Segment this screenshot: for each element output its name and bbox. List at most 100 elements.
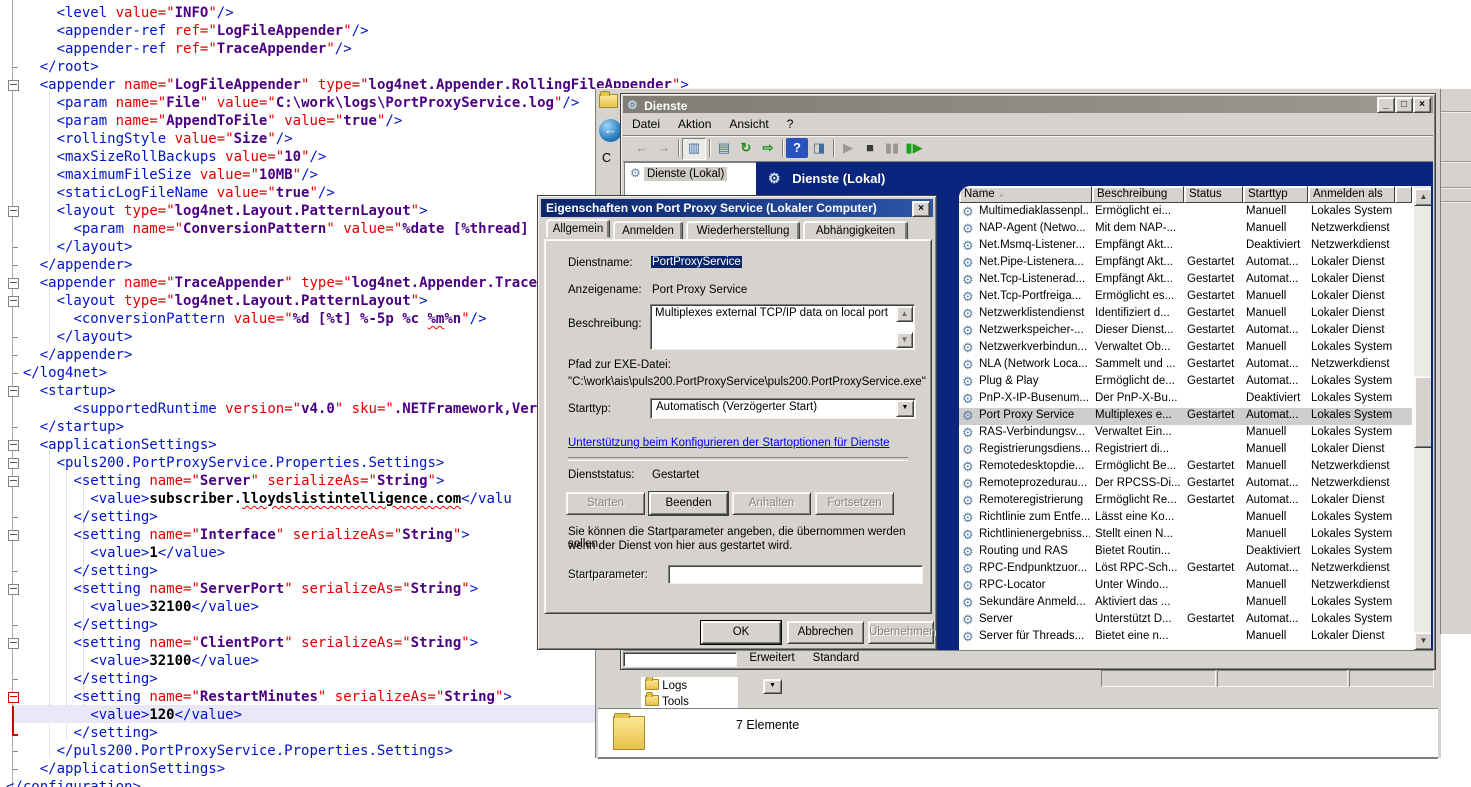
menu-item-aktion[interactable]: Aktion (669, 114, 720, 136)
stop-button[interactable]: Beenden (649, 492, 728, 515)
table-row[interactable]: ⚙Sekundäre Anmeld...Aktiviert das ...Man… (959, 595, 1412, 612)
list-item[interactable]: Logs (645, 678, 687, 692)
close-button[interactable]: × (1413, 97, 1431, 113)
combo-dropdown-button[interactable]: ▼ (763, 679, 782, 694)
code-line[interactable]: </setting> (6, 724, 158, 742)
table-row[interactable]: ⚙Server für Threads...Bietet eine n...Ma… (959, 629, 1412, 646)
service-name-value[interactable]: PortProxyService (651, 256, 742, 268)
table-row[interactable]: ⚙NAP-Agent (Netwo...Mit dem NAP-...Manue… (959, 221, 1412, 238)
column-header[interactable]: Status (1184, 186, 1243, 203)
back-arrow-icon[interactable]: ← (631, 138, 653, 158)
tab-erweitert[interactable]: Erweitert (741, 651, 803, 666)
close-button[interactable]: × (912, 201, 930, 217)
scroll-up-button[interactable]: ▲ (896, 306, 913, 322)
table-row[interactable]: ⚙Netzwerkspeicher-...Dieser Dienst...Ges… (959, 323, 1412, 340)
console-tree-icon[interactable]: ▥ (682, 138, 706, 160)
code-line[interactable]: </configuration> (6, 778, 141, 787)
code-line[interactable]: <appender-ref ref="TraceAppender"/> (6, 40, 352, 58)
export-list-icon[interactable]: ⇨ (757, 138, 779, 158)
table-row[interactable]: ⚙Richtlinienergebniss...Stellt einen N..… (959, 527, 1412, 544)
menu-item-datei[interactable]: Datei (623, 114, 669, 136)
table-row[interactable]: ⚙ServerUnterstützt D...GestartetAutomat.… (959, 612, 1412, 629)
table-row[interactable]: ⚙Routing und RASBietet Routin...Deaktivi… (959, 544, 1412, 561)
code-line[interactable]: <maximumFileSize value="10MB"/> (6, 166, 318, 184)
startup-options-link[interactable]: Unterstützung beim Konfigurieren der Sta… (568, 437, 890, 449)
table-row[interactable]: ⚙PnP-X-IP-Busenum...Der PnP-X-Bu...Deakt… (959, 391, 1412, 408)
minimize-button[interactable]: _ (1377, 97, 1395, 113)
menu-item-[interactable]: ? (778, 114, 803, 136)
code-line[interactable]: <startup> (6, 382, 116, 400)
restart-service-icon[interactable]: ▮▶ (903, 138, 925, 158)
sidebar-item-dienste-lokal[interactable]: ⚙ Dienste (Lokal) (625, 163, 756, 181)
code-line[interactable]: </setting> (6, 508, 158, 526)
table-row[interactable]: ⚙Plug & PlayErmöglicht de...GestartetAut… (959, 374, 1412, 391)
table-row[interactable]: ⚙Netzwerkverbindun...Verwaltet Ob...Gest… (959, 340, 1412, 357)
code-line[interactable]: <appender name="TraceAppender" type="log… (6, 274, 562, 292)
code-line[interactable]: <value>32100</value> (6, 652, 259, 670)
vertical-scrollbar[interactable]: ▲ ▼ (1414, 186, 1431, 651)
services-titlebar[interactable]: ⚙ Dienste _ □ × (623, 96, 1433, 113)
code-line[interactable]: <level value="INFO"/> (6, 4, 234, 22)
table-row[interactable]: ⚙Port Proxy ServiceMultiplexes e...Gesta… (959, 408, 1412, 425)
scroll-down-button[interactable]: ▼ (1414, 632, 1431, 650)
tab-anmelden[interactable]: Anmelden (613, 221, 683, 240)
start-params-input[interactable] (668, 565, 923, 584)
filter-box[interactable] (623, 652, 737, 667)
code-line[interactable]: </setting> (6, 670, 158, 688)
code-line[interactable]: </layout> (6, 238, 132, 256)
code-line[interactable]: <supportedRuntime version="v4.0" sku=".N… (6, 400, 562, 418)
table-row[interactable]: ⚙Net.Msmq-Listener...Empfängt Akt...Deak… (959, 238, 1412, 255)
code-line[interactable]: <setting name="Interface" serializeAs="S… (6, 526, 470, 544)
code-line[interactable]: <rollingStyle value="Size"/> (6, 130, 293, 148)
table-row[interactable]: ⚙RAS-Verbindungsv...Verwaltet Ein...Manu… (959, 425, 1412, 442)
code-line[interactable]: <appender-ref ref="LogFileAppender"/> (6, 22, 369, 40)
code-line[interactable]: <applicationSettings> (6, 436, 217, 454)
code-line[interactable]: <appender name="LogFileAppender" type="l… (6, 76, 689, 94)
code-line[interactable]: <setting name="RestartMinutes" serialize… (6, 688, 512, 706)
code-line[interactable]: <maxSizeRollBackups value="10"/> (6, 148, 326, 166)
code-line[interactable]: </log4net> (6, 364, 107, 382)
column-header[interactable]: Starttyp (1243, 186, 1308, 203)
properties-icon[interactable]: ▤ (713, 138, 735, 158)
pause-service-icon[interactable]: ▮▮ (881, 138, 903, 158)
scroll-down-button[interactable]: ▼ (896, 332, 913, 348)
table-row[interactable]: ⚙RPC-LocatorUnter Windo...ManuellNetzwer… (959, 578, 1412, 595)
table-row[interactable]: ⚙Registrierungsdiens...Registriert di...… (959, 442, 1412, 459)
extended-view-icon[interactable]: ◨ (808, 138, 830, 158)
code-line[interactable]: <value>subscriber.lloydslistintelligence… (6, 490, 512, 508)
code-line[interactable]: <layout type="log4net.Layout.PatternLayo… (6, 292, 428, 310)
tab-wiederherstellung[interactable]: Wiederherstellung (686, 221, 800, 240)
code-line[interactable]: <value>1</value> (6, 544, 225, 562)
code-line[interactable]: </applicationSettings> (6, 760, 225, 778)
code-line[interactable]: </root> (6, 58, 99, 76)
cancel-button[interactable]: Abbrechen (787, 621, 864, 644)
code-line[interactable]: </setting> (6, 562, 158, 580)
code-line[interactable]: <value>32100</value> (6, 598, 259, 616)
folder-list[interactable]: Logs Tools (641, 677, 738, 708)
help-icon[interactable]: ? (786, 138, 808, 158)
table-row[interactable]: ⚙Richtlinie zum Entfe...Lässt eine Ko...… (959, 510, 1412, 527)
table-row[interactable]: ⚙Net.Pipe-Listenera...Empfängt Akt...Ges… (959, 255, 1412, 272)
scrollbar-thumb[interactable] (1414, 376, 1431, 448)
code-line[interactable]: </appender> (6, 346, 132, 364)
table-row[interactable]: ⚙Multimediaklassenpl...Ermöglicht ei...M… (959, 204, 1412, 221)
table-row[interactable]: ⚙Remoteprozedurau...Der RPCSS-Di...Gesta… (959, 476, 1412, 493)
start-type-combobox[interactable]: Automatisch (Verzögerter Start) ▼ (650, 398, 916, 419)
description-textbox[interactable]: Multiplexes external TCP/IP data on loca… (650, 304, 915, 350)
table-row[interactable]: ⚙RPC-Endpunktzuor...Löst RPC-Sch...Gesta… (959, 561, 1412, 578)
start-service-icon[interactable]: ▶ (837, 138, 859, 158)
combo-dropdown-button[interactable]: ▼ (896, 400, 914, 417)
tab-standard[interactable]: Standard (806, 651, 866, 666)
table-row[interactable]: ⚙Net.Tcp-Listenerad...Empfängt Akt...Ges… (959, 272, 1412, 289)
code-line[interactable]: <param name="File" value="C:\work\logs\P… (6, 94, 579, 112)
forward-arrow-icon[interactable]: → (653, 138, 675, 158)
code-line[interactable]: </appender> (6, 256, 132, 274)
code-line[interactable]: <conversionPattern value="%d [%t] %-5p %… (6, 310, 487, 328)
ok-button[interactable]: OK (701, 621, 781, 644)
refresh-icon[interactable]: ↻ (735, 138, 757, 158)
table-row[interactable]: ⚙NLA (Network Loca...Sammelt und ...Gest… (959, 357, 1412, 374)
scroll-up-button[interactable]: ▲ (1414, 188, 1431, 206)
code-line[interactable]: <layout type="log4net.Layout.PatternLayo… (6, 202, 428, 220)
column-header[interactable]: Beschreibung (1092, 186, 1184, 203)
code-line[interactable]: <setting name="ServerPort" serializeAs="… (6, 580, 478, 598)
